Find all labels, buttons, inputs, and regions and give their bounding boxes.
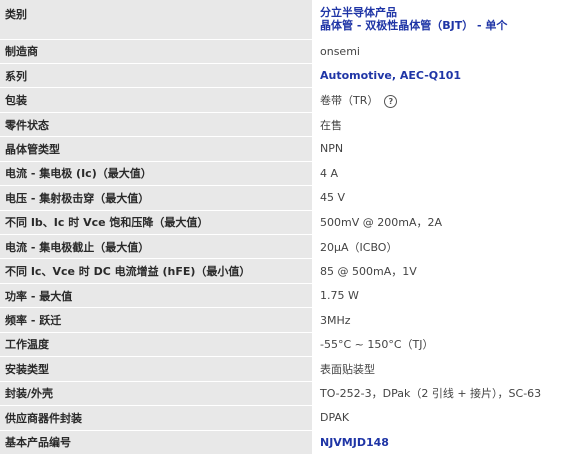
category-link-discrete[interactable]: 分立半导体产品	[320, 6, 562, 19]
attr-label: 安装类型	[0, 356, 312, 382]
attr-value: 3MHz	[320, 313, 351, 327]
attr-label: 不同 Ic、Vce 时 DC 电流增益 (hFE)（最小值）	[0, 258, 312, 284]
attr-value: -55°C ~ 150°C（TJ）	[320, 338, 434, 352]
attr-label: 包装	[0, 87, 312, 113]
attr-label: 电压 - 集射极击穿（最大值）	[0, 185, 312, 211]
attr-row-category: 类别 分立半导体产品 晶体管 - 双极性晶体管（BJT） - 单个	[0, 0, 562, 39]
attr-label: 类别	[0, 0, 312, 39]
attr-label: 封装/外壳	[0, 381, 312, 406]
attr-row-vce-saturation: 不同 Ib、Ic 时 Vce 饱和压降（最大值） 500mV @ 200mA，2…	[0, 210, 562, 235]
attr-value: NPN	[320, 142, 344, 156]
attr-row-collector-current: 电流 - 集电极 (Ic)（最大值） 4 A	[0, 161, 562, 186]
attr-label: 制造商	[0, 39, 312, 64]
attr-label: 不同 Ib、Ic 时 Vce 饱和压降（最大值）	[0, 210, 312, 235]
attr-value: 85 @ 500mA，1V	[320, 265, 417, 279]
attr-label: 功率 - 最大值	[0, 283, 312, 308]
attr-value: 分立半导体产品 晶体管 - 双极性晶体管（BJT） - 单个	[312, 0, 562, 39]
attr-label: 零件状态	[0, 112, 312, 137]
attr-row-transition-frequency: 频率 - 跃迁 3MHz	[0, 307, 562, 333]
attr-label: 电流 - 集电极 (Ic)（最大值）	[0, 161, 312, 186]
attr-row-packaging: 包装 卷带（TR）?	[0, 87, 562, 113]
base-part-number-link[interactable]: NJVMJD148	[320, 436, 389, 449]
attr-row-power-max: 功率 - 最大值 1.75 W	[0, 283, 562, 308]
attr-value: DPAK	[320, 411, 350, 425]
attr-row-supplier-package: 供应商器件封装 DPAK	[0, 405, 562, 430]
attr-value: onsemi	[320, 44, 360, 58]
attr-label: 晶体管类型	[0, 136, 312, 162]
attr-label: 基本产品编号	[0, 430, 312, 455]
attr-label: 系列	[0, 63, 312, 88]
attr-row-part-status: 零件状态 在售	[0, 112, 562, 137]
product-attributes-table: 类别 分立半导体产品 晶体管 - 双极性晶体管（BJT） - 单个 制造商 on…	[0, 0, 562, 455]
attr-row-breakdown-voltage: 电压 - 集射极击穿（最大值） 45 V	[0, 185, 562, 211]
attr-label: 电流 - 集电极截止（最大值）	[0, 234, 312, 259]
attr-value: Automotive, AEC-Q101	[312, 63, 562, 87]
attr-value: 500mV @ 200mA，2A	[320, 216, 442, 230]
attr-value: 45 V	[320, 191, 346, 205]
attr-value: 卷带（TR）?	[312, 88, 562, 112]
series-link[interactable]: Automotive, AEC-Q101	[320, 69, 461, 82]
attr-row-collector-cutoff: 电流 - 集电极截止（最大值） 20µA（ICBO）	[0, 234, 562, 259]
attr-value: NJVMJD148	[312, 430, 562, 454]
packaging-value: 卷带（TR）	[320, 94, 379, 108]
attr-value: 4 A	[320, 166, 339, 180]
attr-row-mounting-type: 安装类型 表面贴装型	[0, 356, 562, 382]
attr-value: 1.75 W	[320, 289, 359, 303]
category-link-bjt-single[interactable]: 晶体管 - 双极性晶体管（BJT） - 单个	[320, 19, 562, 32]
attr-value: 在售	[320, 118, 342, 132]
attr-row-base-part-number: 基本产品编号 NJVMJD148	[0, 430, 562, 455]
attr-row-package-case: 封装/外壳 TO-252-3，DPak（2 引线 + 接片），SC-63	[0, 381, 562, 406]
attr-value: TO-252-3，DPak（2 引线 + 接片），SC-63	[320, 387, 542, 401]
attr-row-operating-temp: 工作温度 -55°C ~ 150°C（TJ）	[0, 332, 562, 357]
attr-row-series: 系列 Automotive, AEC-Q101	[0, 63, 562, 88]
help-circle-icon[interactable]: ?	[384, 94, 398, 108]
attr-row-dc-gain: 不同 Ic、Vce 时 DC 电流增益 (hFE)（最小值） 85 @ 500m…	[0, 258, 562, 284]
attr-value: 20µA（ICBO）	[320, 240, 398, 254]
attr-row-manufacturer: 制造商 onsemi	[0, 39, 562, 64]
attr-label: 频率 - 跃迁	[0, 307, 312, 333]
attr-label: 工作温度	[0, 332, 312, 357]
attr-row-transistor-type: 晶体管类型 NPN	[0, 136, 562, 162]
attr-value: 表面贴装型	[320, 362, 375, 376]
attr-label: 供应商器件封装	[0, 405, 312, 430]
